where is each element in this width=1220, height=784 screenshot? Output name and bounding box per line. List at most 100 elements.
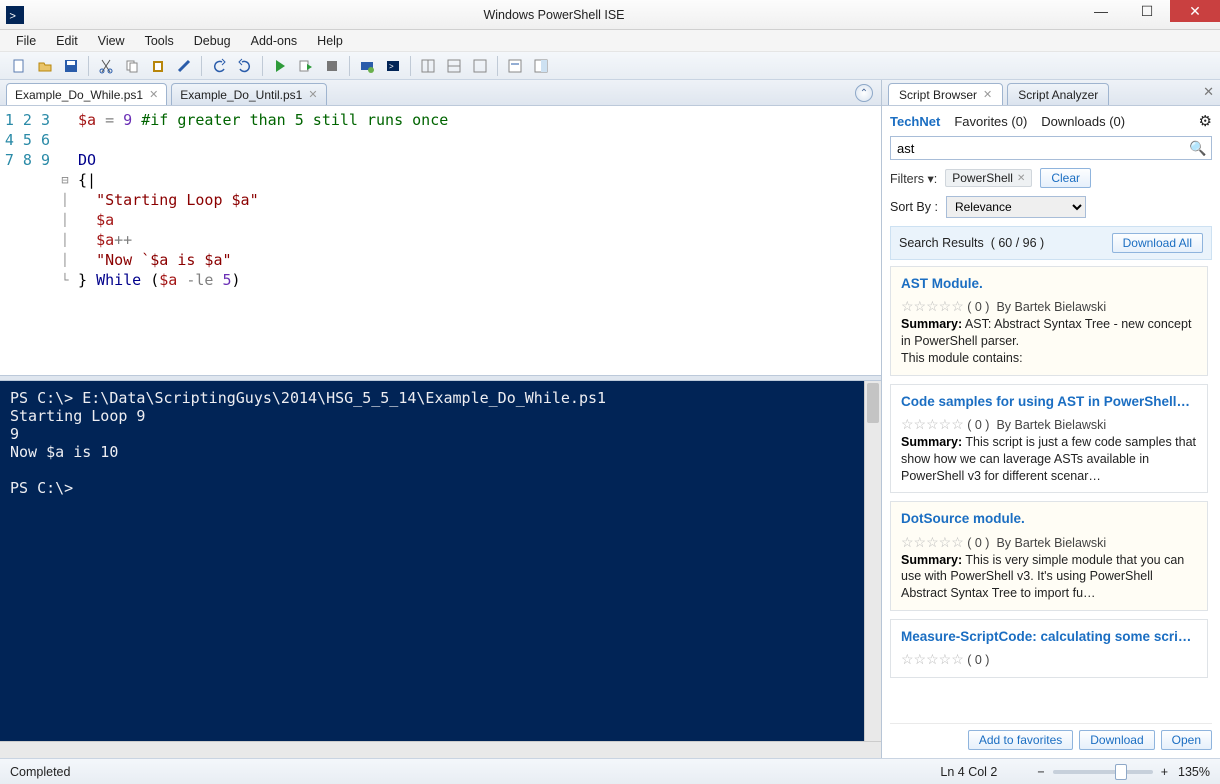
- star-icon: ☆☆☆☆☆: [901, 298, 964, 314]
- download-all-button[interactable]: Download All: [1112, 233, 1203, 253]
- layout1-icon[interactable]: [416, 55, 440, 77]
- result-summary: Summary: This is very simple module that…: [901, 552, 1197, 603]
- close-icon[interactable]: ✕: [983, 88, 992, 101]
- line-gutter: 1 2 3 4 5 6 7 8 9: [0, 106, 58, 375]
- tab-do-while[interactable]: Example_Do_While.ps1 ✕: [6, 83, 167, 105]
- star-icon: ☆☆☆☆☆: [901, 651, 964, 667]
- result-card[interactable]: Code samples for using AST in PowerShell…: [890, 384, 1208, 494]
- copy-icon[interactable]: [120, 55, 144, 77]
- tab-script-analyzer[interactable]: Script Analyzer: [1007, 83, 1109, 105]
- result-rating: ( 0 ): [967, 418, 989, 432]
- result-rating: ( 0 ): [967, 300, 989, 314]
- stop-icon[interactable]: [320, 55, 344, 77]
- results-list[interactable]: AST Module. ☆☆☆☆☆ ( 0 ) By Bartek Bielaws…: [890, 266, 1212, 719]
- toolbar: >: [0, 52, 1220, 80]
- close-button[interactable]: ✕: [1170, 0, 1220, 22]
- undo-icon[interactable]: [207, 55, 231, 77]
- paste-icon[interactable]: [146, 55, 170, 77]
- result-card[interactable]: DotSource module. ☆☆☆☆☆ ( 0 ) By Bartek B…: [890, 501, 1208, 611]
- zoom-slider[interactable]: [1053, 770, 1153, 774]
- open-button[interactable]: Open: [1161, 730, 1212, 750]
- menubar: File Edit View Tools Debug Add-ons Help: [0, 30, 1220, 52]
- layout2-icon[interactable]: [442, 55, 466, 77]
- search-icon[interactable]: 🔍: [1185, 137, 1211, 159]
- search-box: 🔍: [890, 136, 1212, 160]
- filter-pill-powershell[interactable]: PowerShell✕: [945, 169, 1032, 187]
- redo-icon[interactable]: [233, 55, 257, 77]
- zoom-level: 135%: [1178, 765, 1210, 779]
- close-icon[interactable]: ✕: [308, 88, 317, 101]
- open-icon[interactable]: [33, 55, 57, 77]
- code-area[interactable]: $a = 9 #if greater than 5 still runs onc…: [72, 106, 881, 375]
- star-icon: ☆☆☆☆☆: [901, 534, 964, 550]
- menu-file[interactable]: File: [8, 32, 44, 50]
- menu-tools[interactable]: Tools: [137, 32, 182, 50]
- run-icon[interactable]: [268, 55, 292, 77]
- menu-debug[interactable]: Debug: [186, 32, 239, 50]
- zoom-in-icon[interactable]: +: [1161, 765, 1168, 779]
- remove-filter-icon[interactable]: ✕: [1017, 173, 1025, 184]
- menu-view[interactable]: View: [90, 32, 133, 50]
- technet-link[interactable]: TechNet: [890, 114, 940, 129]
- filters-label[interactable]: Filters ▾:: [890, 171, 937, 186]
- sort-select[interactable]: Relevance: [946, 196, 1086, 218]
- editor-pane[interactable]: 1 2 3 4 5 6 7 8 9 ⊟ │ │ │ │ └ $a = 9 #if…: [0, 106, 881, 375]
- result-title[interactable]: DotSource module.: [901, 510, 1197, 528]
- layout3-icon[interactable]: [468, 55, 492, 77]
- result-card[interactable]: Measure-ScriptCode: calculating some scr…: [890, 619, 1208, 678]
- menu-edit[interactable]: Edit: [48, 32, 86, 50]
- show-addon-icon[interactable]: [529, 55, 553, 77]
- result-title[interactable]: Measure-ScriptCode: calculating some scr…: [901, 628, 1197, 646]
- download-button[interactable]: Download: [1079, 730, 1154, 750]
- close-icon[interactable]: ✕: [149, 88, 158, 101]
- powershell-tab-icon[interactable]: >: [381, 55, 405, 77]
- result-author: By Bartek Bielawski: [996, 418, 1106, 432]
- fold-gutter[interactable]: ⊟ │ │ │ │ └: [58, 106, 72, 375]
- downloads-link[interactable]: Downloads (0): [1041, 114, 1125, 129]
- editor-tabs: Example_Do_While.ps1 ✕ Example_Do_Until.…: [0, 80, 881, 106]
- tab-label: Example_Do_Until.ps1: [180, 88, 302, 102]
- remote-icon[interactable]: [355, 55, 379, 77]
- search-input[interactable]: [891, 137, 1185, 159]
- clear-icon[interactable]: [172, 55, 196, 77]
- result-rating: ( 0 ): [967, 536, 989, 550]
- svg-text:>: >: [389, 62, 394, 71]
- cursor-position: Ln 4 Col 2: [940, 765, 997, 779]
- show-command-icon[interactable]: [503, 55, 527, 77]
- tab-script-browser[interactable]: Script Browser ✕: [888, 83, 1003, 105]
- titlebar: > Windows PowerShell ISE — ☐ ✕: [0, 0, 1220, 30]
- tab-label: Example_Do_While.ps1: [15, 88, 143, 102]
- clear-button[interactable]: Clear: [1040, 168, 1091, 188]
- result-summary: Summary: AST: Abstract Syntax Tree - new…: [901, 316, 1197, 367]
- run-selection-icon[interactable]: [294, 55, 318, 77]
- svg-text:>: >: [9, 10, 16, 22]
- console-pane[interactable]: PS C:\> E:\Data\ScriptingGuys\2014\HSG_5…: [0, 381, 864, 741]
- result-author: By Bartek Bielawski: [996, 536, 1106, 550]
- result-rating: ( 0 ): [967, 653, 989, 667]
- tab-do-until[interactable]: Example_Do_Until.ps1 ✕: [171, 83, 326, 105]
- add-favorites-button[interactable]: Add to favorites: [968, 730, 1073, 750]
- scrollbar-vertical[interactable]: [864, 381, 881, 741]
- new-icon[interactable]: [7, 55, 31, 77]
- results-count: ( 60 / 96 ): [991, 236, 1045, 250]
- result-title[interactable]: AST Module.: [901, 275, 1197, 293]
- cut-icon[interactable]: [94, 55, 118, 77]
- menu-addons[interactable]: Add-ons: [243, 32, 306, 50]
- toggle-script-pane-icon[interactable]: ⌃: [855, 84, 873, 102]
- save-icon[interactable]: [59, 55, 83, 77]
- sort-label: Sort By :: [890, 200, 938, 214]
- panel-close-icon[interactable]: ✕: [1203, 84, 1214, 100]
- scrollbar-horizontal[interactable]: [0, 741, 881, 758]
- star-icon: ☆☆☆☆☆: [901, 416, 964, 432]
- maximize-button[interactable]: ☐: [1124, 0, 1170, 22]
- menu-help[interactable]: Help: [309, 32, 351, 50]
- result-summary: Summary: This script is just a few code …: [901, 434, 1197, 485]
- minimize-button[interactable]: —: [1078, 0, 1124, 22]
- gear-icon[interactable]: ⚙: [1199, 112, 1212, 130]
- result-card[interactable]: AST Module.☆☆☆☆☆ ( 0 ) By Bartek Bielaws…: [890, 266, 1208, 376]
- zoom-out-icon[interactable]: −: [1037, 765, 1044, 779]
- favorites-link[interactable]: Favorites (0): [954, 114, 1027, 129]
- side-tabs: Script Browser ✕ Script Analyzer ✕: [882, 80, 1220, 106]
- result-title[interactable]: Code samples for using AST in PowerShell…: [901, 393, 1197, 411]
- results-label: Search Results: [899, 236, 984, 250]
